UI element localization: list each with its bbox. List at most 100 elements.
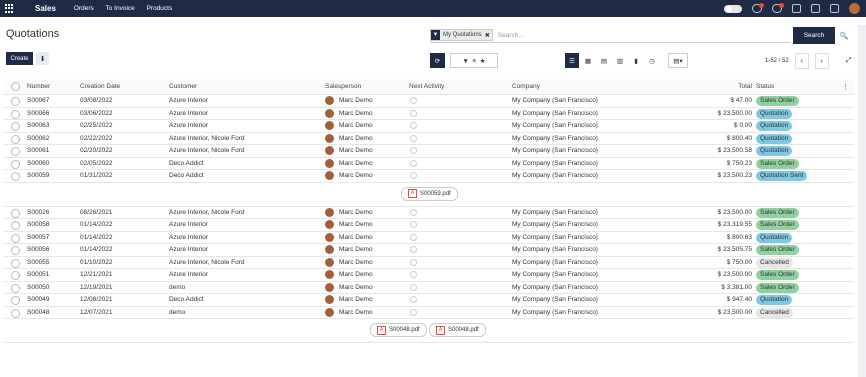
table-row[interactable]: S00057 01/14/2022 Azure Interior Marc Demo M… (4, 232, 854, 244)
col-status[interactable]: Status (756, 83, 774, 90)
menu-to-invoice[interactable]: To Invoice (105, 5, 134, 12)
table-row[interactable]: S00050 12/19/2021 demo Marc Demo My Company … (4, 282, 854, 294)
select-all-checkbox[interactable] (11, 82, 20, 91)
table-row[interactable]: S00059 01/31/2022 Deco Addict Marc Demo My C… (4, 170, 854, 183)
col-company[interactable]: Company (512, 83, 540, 90)
next-activity-icon[interactable] (410, 208, 417, 216)
refresh-icon[interactable]: ⟳ (430, 53, 445, 68)
table-row[interactable]: S00060 02/05/2022 Deco Addict Marc Demo My C… (4, 158, 854, 170)
chat-icon[interactable] (752, 3, 764, 13)
next-activity-icon[interactable] (410, 159, 417, 167)
activity-view-icon[interactable]: ◷ (645, 53, 659, 68)
table-row[interactable]: S00066 03/06/2022 Azure Interior Marc Demo M… (4, 108, 854, 120)
col-number[interactable]: Number (27, 83, 50, 90)
next-activity-icon[interactable] (410, 122, 417, 129)
row-checkbox[interactable] (11, 233, 20, 243)
next-activity-icon[interactable] (410, 258, 417, 266)
row-checkbox[interactable] (11, 246, 20, 255)
remove-facet-icon[interactable]: ✖ (485, 32, 492, 39)
attachment-chip[interactable]: A S00059.pdf (401, 186, 458, 201)
search-icon[interactable]: 🔍 (837, 27, 851, 44)
salesperson-name: Marc Demo (339, 296, 373, 304)
apps-menu-icon[interactable] (5, 3, 15, 14)
next-activity-icon[interactable] (410, 296, 417, 303)
search-input[interactable]: Search... (498, 32, 524, 39)
table-row[interactable]: S00063 02/25/2022 Azure Interior Marc Demo M… (4, 120, 854, 133)
row-checkbox[interactable] (11, 159, 20, 169)
table-row[interactable]: S00051 12/21/2021 Azure Interior Marc Demo M… (4, 269, 854, 282)
row-checkbox[interactable] (11, 97, 20, 106)
next-activity-icon[interactable] (410, 233, 417, 241)
row-checkbox[interactable] (11, 271, 20, 280)
col-salesperson[interactable]: Salesperson (325, 83, 361, 90)
table-row[interactable]: S00055 01/10/2022 Azure Interior, Nicole F… (4, 257, 854, 269)
next-activity-icon[interactable] (410, 308, 417, 316)
row-checkbox[interactable] (11, 208, 20, 218)
creation-date: 12/21/2021 (80, 271, 113, 278)
row-checkbox[interactable] (11, 134, 20, 144)
next-activity-icon[interactable] (410, 97, 417, 104)
next-activity-icon[interactable] (410, 271, 417, 278)
calendar-view-icon[interactable]: ▤ (597, 53, 611, 68)
next-activity-icon[interactable] (410, 246, 417, 253)
row-checkbox[interactable] (11, 308, 20, 318)
menu-products[interactable]: Products (147, 5, 173, 12)
next-activity-icon[interactable] (410, 172, 417, 179)
row-checkbox[interactable] (11, 283, 20, 293)
row-checkbox[interactable] (11, 109, 20, 119)
table-row[interactable]: S00058 01/14/2022 Azure Interior Marc Demo M… (4, 219, 854, 232)
kanban-view-icon[interactable]: ▦ (581, 53, 595, 68)
activity-clock-icon[interactable] (772, 3, 784, 13)
table-row[interactable]: S00056 01/14/2022 Azure Interior Marc Demo M… (4, 244, 854, 257)
attachment-chip[interactable]: A S00048.pdf (429, 323, 486, 337)
fullscreen-icon[interactable]: ⤢ (843, 54, 855, 68)
row-checkbox[interactable] (11, 221, 20, 230)
table-row[interactable]: S00062 02/22/2022 Azure Interior, Nicole F… (4, 133, 854, 145)
col-customer[interactable]: Customer (169, 83, 197, 90)
customer: Deco Addict (169, 296, 204, 303)
phone-icon[interactable] (792, 4, 801, 13)
col-next-activity[interactable]: Next Activity (409, 83, 444, 90)
list-view-icon[interactable]: ☰ (565, 53, 579, 68)
table-row[interactable]: S00061 02/20/2022 Azure Interior, Nicole F… (4, 145, 854, 158)
row-checkbox[interactable] (11, 172, 20, 181)
table-row[interactable]: S00049 12/08/2021 Deco Addict Marc Demo My C… (4, 294, 854, 307)
next-activity-icon[interactable] (410, 221, 417, 228)
graph-view-icon[interactable]: ▮ (629, 53, 643, 68)
next-activity-icon[interactable] (410, 134, 417, 142)
user-avatar[interactable] (849, 3, 860, 14)
filter-group-favorite-buttons[interactable]: ▼ ≡ ★ (450, 53, 498, 68)
next-activity-icon[interactable] (410, 109, 417, 117)
pivot-view-icon[interactable]: ▥ (613, 53, 627, 68)
pager-next-icon[interactable]: › (814, 53, 829, 69)
row-checkbox[interactable] (11, 258, 20, 268)
col-creation-date[interactable]: Creation Date (80, 83, 120, 90)
table-row[interactable]: S00048 12/07/2021 demo Marc Demo My Company … (4, 307, 854, 319)
pager-value[interactable]: 1-52 / 52 (765, 58, 789, 64)
search-facet[interactable]: ▼ My Quotations ✖ (430, 29, 493, 41)
column-options-icon[interactable]: ⋮ (842, 83, 849, 91)
pager-prev-icon[interactable]: ‹ (794, 53, 809, 69)
search-button[interactable]: Search (793, 27, 835, 44)
right-scrollbar[interactable] (858, 25, 866, 377)
row-checkbox[interactable] (11, 122, 20, 131)
company-icon[interactable] (811, 4, 820, 13)
row-checkbox[interactable] (11, 296, 20, 305)
next-activity-icon[interactable] (410, 283, 417, 291)
order-number: S00058 (27, 221, 50, 228)
create-button[interactable]: Create (6, 52, 33, 65)
row-checkbox[interactable] (11, 147, 20, 156)
optional-columns-icon[interactable]: ▤▾ (668, 53, 688, 68)
settings-icon[interactable] (830, 4, 839, 13)
menu-orders[interactable]: Orders (74, 5, 94, 12)
table-row[interactable]: S00067 03/08/2022 Azure Interior Marc Demo M… (4, 95, 854, 108)
attachment-chip[interactable]: A S00048.pdf (370, 323, 427, 337)
app-brand[interactable]: Sales (35, 4, 56, 13)
company: My Company (San Francisco) (512, 308, 598, 316)
search-bar[interactable]: ▼ My Quotations ✖ Search... (430, 28, 790, 43)
download-icon[interactable]: ⬇ (36, 52, 49, 65)
dark-mode-toggle[interactable] (724, 4, 742, 13)
table-row[interactable]: S00026 08/26/2021 Azure Interior, Nicole F… (4, 207, 854, 219)
col-total[interactable]: Total (738, 83, 752, 90)
next-activity-icon[interactable] (410, 147, 417, 154)
